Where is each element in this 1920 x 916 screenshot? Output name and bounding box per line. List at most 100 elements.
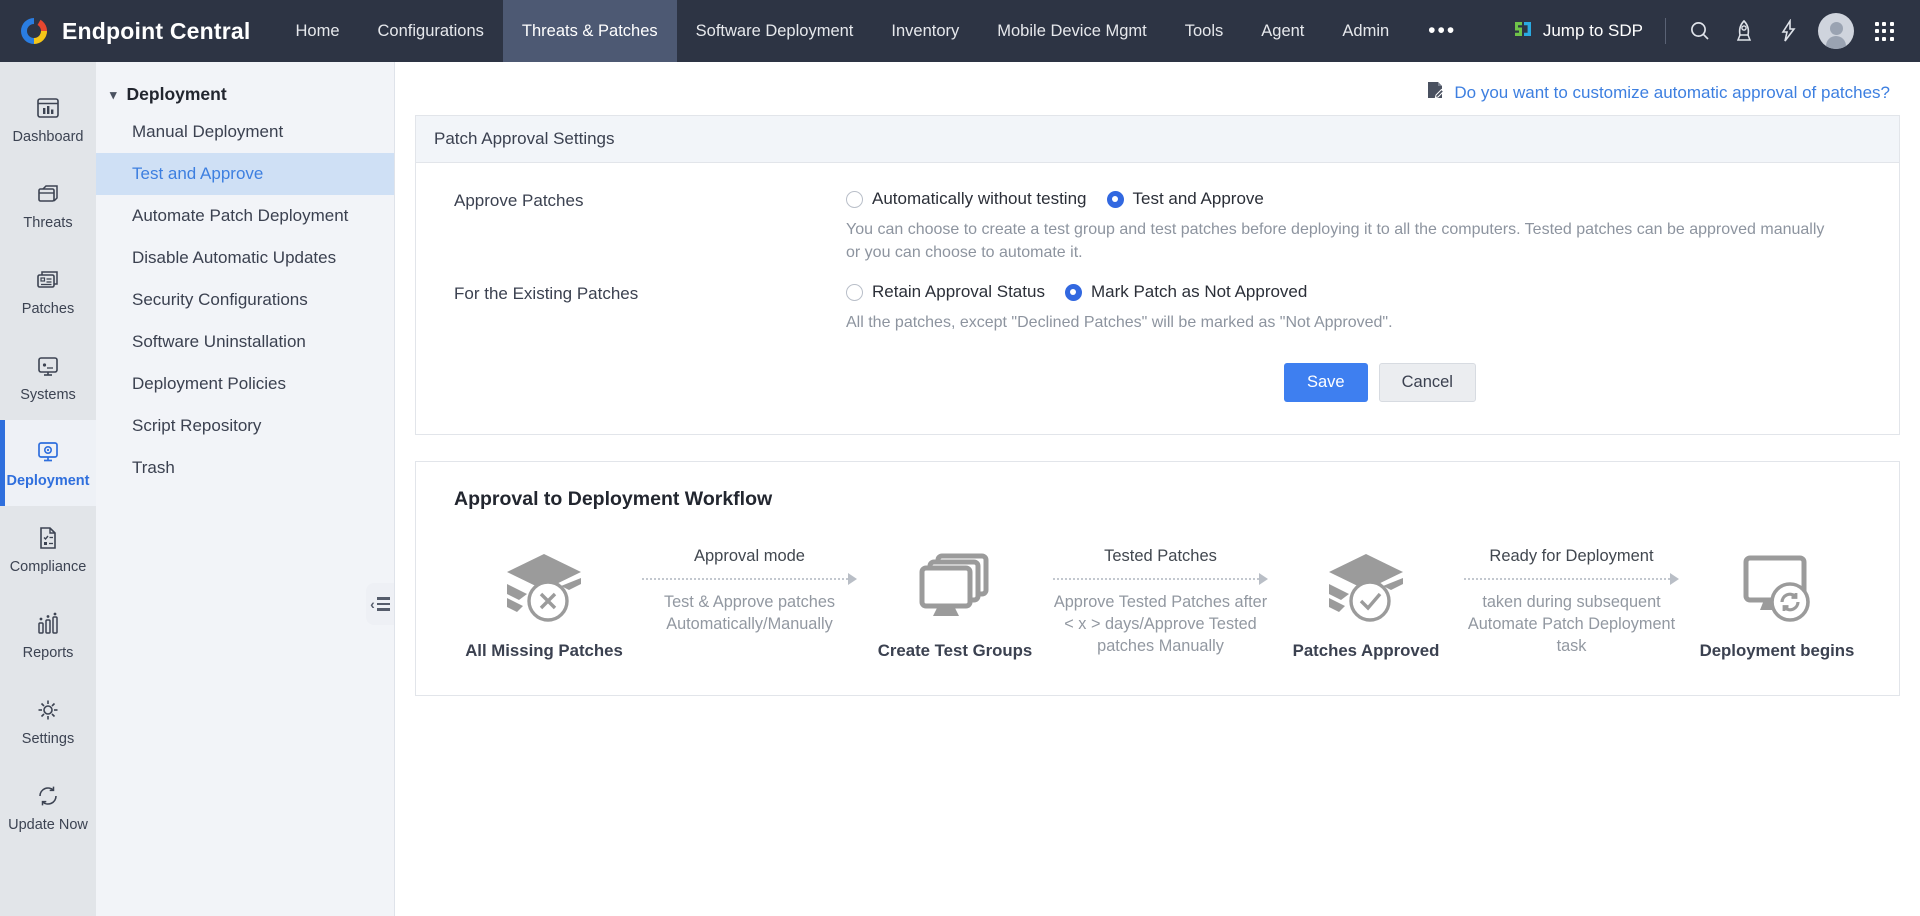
- nav-overflow-menu-icon[interactable]: •••: [1408, 0, 1476, 62]
- nav-item-configurations[interactable]: Configurations: [359, 0, 503, 62]
- monitor-stack-icon: [912, 547, 998, 631]
- sidebar-item-software-uninstallation[interactable]: Software Uninstallation: [96, 321, 394, 363]
- workflow-node-label: Deployment begins: [1699, 640, 1855, 660]
- bolt-icon[interactable]: [1766, 9, 1810, 53]
- avatar[interactable]: [1818, 13, 1854, 49]
- rocket-icon[interactable]: [1722, 9, 1766, 53]
- sidebar-item-label: Compliance: [9, 558, 87, 575]
- monitor-refresh-icon: [1734, 547, 1820, 631]
- approve-patches-label: Approve Patches: [454, 191, 584, 210]
- nav-item-admin[interactable]: Admin: [1323, 0, 1408, 62]
- jump-to-sdp-button[interactable]: Jump to SDP: [1502, 18, 1653, 45]
- sidebar-item-test-and-approve[interactable]: Test and Approve: [96, 153, 394, 195]
- sidebar-group-deployment[interactable]: ▾ Deployment: [96, 78, 394, 111]
- workflow-arrow-desc: taken during subsequent Automate Patch D…: [1467, 592, 1676, 655]
- sidebar-item-label: Systems: [20, 386, 76, 403]
- sidebar-item-security-configurations[interactable]: Security Configurations: [96, 279, 394, 321]
- customize-approval-link[interactable]: Do you want to customize automatic appro…: [1454, 83, 1890, 103]
- endpoint-central-logo-icon: [18, 15, 50, 47]
- radio-label: Mark Patch as Not Approved: [1090, 282, 1308, 302]
- sidebar-item-automate-patch-deployment[interactable]: Automate Patch Deployment: [96, 195, 394, 237]
- workflow-arrow-approval-mode: Approval mode Test & Approve patches Aut…: [642, 529, 857, 635]
- collapse-sidebar-icon[interactable]: ‹: [366, 583, 394, 625]
- sidebar-item-reports[interactable]: Reports: [0, 592, 96, 678]
- secondary-sidebar: ▾ Deployment Manual Deployment Test and …: [96, 62, 395, 916]
- nav-item-mobile-device-mgmt[interactable]: Mobile Device Mgmt: [978, 0, 1165, 62]
- sidebar-item-patches[interactable]: Patches: [0, 248, 96, 334]
- workflow-arrow-title: Approval mode: [694, 546, 805, 565]
- sidebar-item-compliance[interactable]: Compliance: [0, 506, 96, 592]
- workflow-node-create-test-groups: Create Test Groups: [857, 529, 1053, 661]
- workflow-node-all-missing-patches: All Missing Patches: [446, 529, 642, 661]
- radio-test-and-approve[interactable]: Test and Approve: [1106, 189, 1264, 209]
- dotted-arrow-icon: [1053, 572, 1268, 585]
- patches-card-icon: [34, 266, 62, 294]
- radio-label: Test and Approve: [1132, 189, 1264, 208]
- brand[interactable]: Endpoint Central: [0, 0, 276, 62]
- sidebar-group-title: Deployment: [126, 84, 227, 104]
- deployment-gear-monitor-icon: [34, 438, 62, 466]
- sidebar-item-trash[interactable]: Trash: [96, 447, 394, 489]
- save-button[interactable]: Save: [1284, 362, 1368, 402]
- sidebar-item-dashboard[interactable]: Dashboard: [0, 76, 96, 162]
- customize-approval-link-row: Do you want to customize automatic appro…: [415, 62, 1900, 115]
- workflow-title: Approval to Deployment Workflow: [454, 487, 773, 510]
- main-content: Do you want to customize automatic appro…: [395, 62, 1920, 916]
- nav-item-tools[interactable]: Tools: [1166, 0, 1243, 62]
- compliance-document-icon: [34, 524, 62, 552]
- sidebar-item-manual-deployment[interactable]: Manual Deployment: [96, 111, 394, 153]
- sidebar-item-systems[interactable]: Systems: [0, 334, 96, 420]
- gear-icon: [34, 696, 62, 724]
- sidebar-item-update-now[interactable]: Update Now: [0, 764, 96, 850]
- sidebar-item-label: Update Now: [8, 816, 88, 833]
- workflow-arrow-title: Ready for Deployment: [1489, 546, 1654, 565]
- radio-label: Retain Approval Status: [872, 282, 1045, 302]
- form-actions: Save Cancel: [416, 353, 1899, 424]
- dotted-arrow-icon: [1464, 572, 1679, 585]
- sidebar-item-settings[interactable]: Settings: [0, 678, 96, 764]
- nav-item-agent[interactable]: Agent: [1242, 0, 1323, 62]
- page-layout: Dashboard Threats Patches Systems Deploy…: [0, 62, 1920, 916]
- search-icon[interactable]: [1678, 9, 1722, 53]
- top-nav-right-actions: Jump to SDP: [1502, 0, 1920, 62]
- nav-item-software-deployment[interactable]: Software Deployment: [677, 0, 873, 62]
- patch-stack-check-icon: [1323, 547, 1409, 631]
- approve-patches-hint: You can choose to create a test group an…: [846, 221, 1825, 262]
- app-grid-icon[interactable]: [1862, 9, 1906, 53]
- dashboard-chart-icon: [34, 94, 62, 122]
- nav-item-threats-and-patches[interactable]: Threats & Patches: [502, 0, 677, 62]
- existing-patches-radio-group: Retain Approval Status Mark Patch as Not…: [846, 282, 1879, 302]
- sidebar-item-deployment[interactable]: Deployment: [0, 420, 96, 506]
- sidebar-item-label: Deployment: [6, 472, 90, 489]
- workflow-node-patches-approved: Patches Approved: [1268, 529, 1464, 661]
- patch-stack-cross-icon: [501, 547, 587, 631]
- workflow-arrow-desc: Test & Approve patches Automatically/Man…: [663, 592, 836, 633]
- sidebar-item-disable-automatic-updates[interactable]: Disable Automatic Updates: [96, 237, 394, 279]
- chevron-down-icon: ▾: [110, 86, 117, 102]
- card-body: Approve Patches Automatically without te…: [416, 163, 1899, 434]
- top-navigation-bar: Endpoint Central Home Configurations Thr…: [0, 0, 1920, 62]
- sidebar-item-script-repository[interactable]: Script Repository: [96, 405, 394, 447]
- nav-item-home[interactable]: Home: [276, 0, 358, 62]
- sidebar-item-label: Threats: [23, 214, 73, 231]
- sidebar-item-threats[interactable]: Threats: [0, 162, 96, 248]
- cancel-button[interactable]: Cancel: [1378, 362, 1476, 402]
- card-title: Patch Approval Settings: [416, 116, 1899, 163]
- patch-approval-settings-card: Patch Approval Settings Approve Patches …: [415, 115, 1900, 435]
- dotted-arrow-icon: [642, 572, 857, 585]
- jump-to-sdp-label: Jump to SDP: [1542, 21, 1643, 40]
- existing-patches-label: For the Existing Patches: [454, 284, 639, 304]
- sidebar-item-deployment-policies[interactable]: Deployment Policies: [96, 363, 394, 405]
- divider: [1665, 18, 1666, 44]
- radio-retain-approval-status[interactable]: Retain Approval Status: [846, 282, 1045, 302]
- radio-automatically-without-testing[interactable]: Automatically without testing: [846, 189, 1087, 209]
- workflow-arrow-desc: Approve Tested Patches after < x > days/…: [1053, 592, 1268, 655]
- sidebar-item-label: Patches: [21, 300, 75, 317]
- radio-dot-selected: [1064, 283, 1082, 301]
- nav-item-inventory[interactable]: Inventory: [872, 0, 978, 62]
- radio-dot-selected: [1106, 190, 1124, 208]
- systems-monitor-icon: [34, 352, 62, 380]
- sidebar-item-label: Reports: [22, 644, 74, 661]
- workflow-arrow-tested-patches: Tested Patches Approve Tested Patches af…: [1053, 529, 1268, 657]
- radio-mark-patch-as-not-approved[interactable]: Mark Patch as Not Approved: [1064, 282, 1308, 302]
